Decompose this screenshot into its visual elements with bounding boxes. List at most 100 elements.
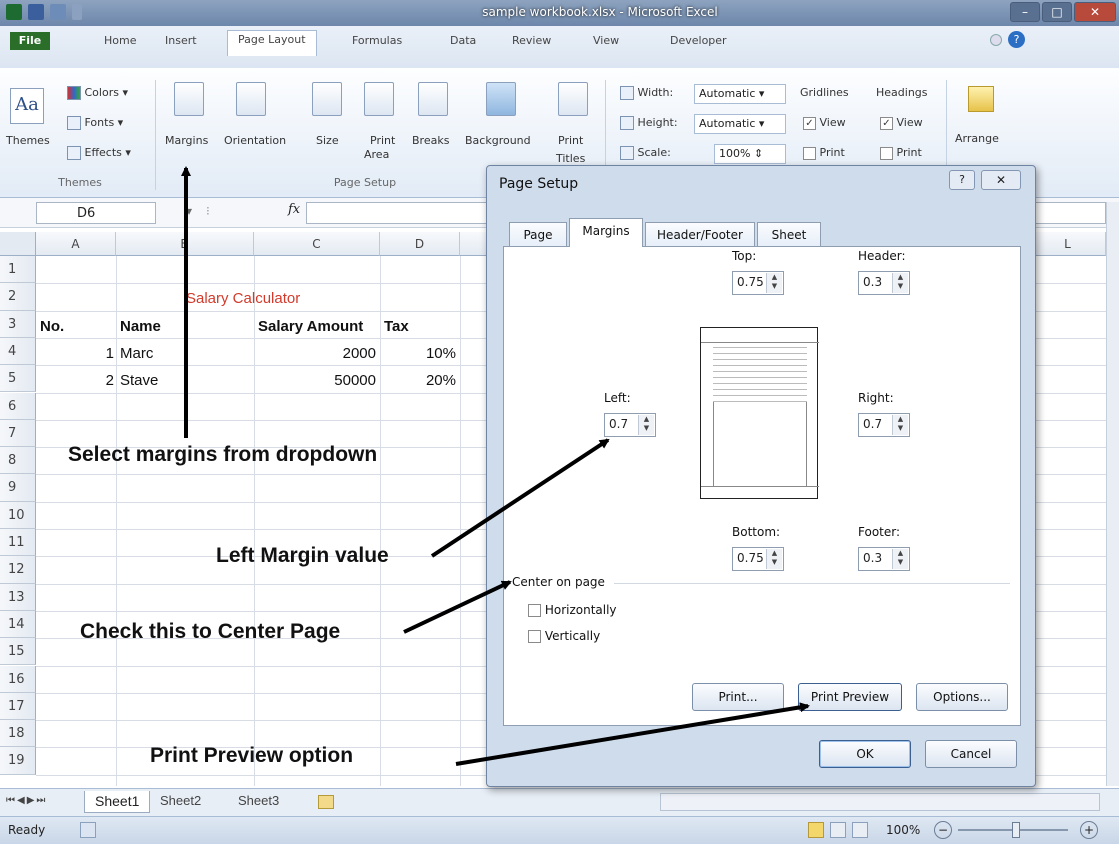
cell-tax[interactable]: 20% (380, 372, 456, 389)
breaks-button[interactable]: Breaks (412, 134, 449, 147)
header-cell-no[interactable]: No. (40, 318, 64, 335)
row-header[interactable]: 2 (0, 283, 36, 311)
sheet-tab-sheet2[interactable]: Sheet2 (160, 793, 201, 808)
spinner-arrows-icon[interactable]: ▲ ▼ (638, 415, 654, 435)
minimize-button[interactable]: – (1010, 2, 1040, 22)
cancel-button[interactable]: Cancel (925, 740, 1017, 768)
background-icon[interactable] (486, 82, 516, 116)
row-header[interactable]: 3 (0, 310, 36, 338)
print-area-label-1[interactable]: Print (370, 134, 395, 147)
spinner-arrows-icon[interactable]: ▲ ▼ (892, 549, 908, 569)
tab-view[interactable]: View (583, 32, 629, 50)
tab-file[interactable]: File (10, 32, 50, 50)
column-header-a[interactable]: A (36, 232, 116, 256)
headings-print[interactable]: Print (880, 146, 922, 160)
tab-formulas[interactable]: Formulas (342, 32, 412, 50)
row-header[interactable]: 1 (0, 256, 36, 284)
background-button[interactable]: Background (465, 134, 531, 147)
ribbon-collapse-icon[interactable] (990, 34, 1002, 46)
row-header[interactable]: 10 (0, 501, 36, 529)
right-margin-spinner[interactable]: 0.7 ▲ ▼ (858, 413, 910, 437)
zoom-slider-thumb[interactable] (1012, 822, 1020, 838)
vertical-scrollbar[interactable] (1106, 202, 1119, 786)
tab-sheet[interactable]: Sheet (757, 222, 821, 247)
print-button[interactable]: Print... (692, 683, 784, 711)
colors-button[interactable]: Colors ▾ (67, 86, 128, 100)
arrange-icon[interactable] (968, 86, 994, 112)
gridlines-print[interactable]: Print (803, 146, 845, 160)
horizontal-scrollbar[interactable] (660, 793, 1100, 811)
themes-button[interactable]: Themes (6, 134, 50, 147)
row-header[interactable]: 6 (0, 392, 36, 420)
dialog-close-icon[interactable]: ✕ (981, 170, 1021, 190)
tab-developer[interactable]: Developer (660, 32, 737, 50)
zoom-out-icon[interactable]: − (934, 821, 952, 839)
row-header[interactable]: 9 (0, 474, 36, 502)
row-header[interactable]: 14 (0, 610, 36, 639)
name-box-dropdown-icon[interactable]: ▾ (186, 204, 192, 218)
row-header[interactable]: 17 (0, 692, 36, 721)
size-button[interactable]: Size (316, 134, 339, 147)
undo-icon[interactable] (50, 4, 66, 20)
sheet-title-cell[interactable]: Salary Calculator (186, 290, 300, 307)
footer-margin-spinner[interactable]: 0.3 ▲ ▼ (858, 547, 910, 571)
normal-view-icon[interactable] (808, 822, 824, 838)
tab-page-layout[interactable]: Page Layout (227, 30, 317, 56)
name-box[interactable]: D6 (36, 202, 156, 224)
cell-tax[interactable]: 10% (380, 345, 456, 362)
row-header[interactable]: 8 (0, 447, 36, 475)
tab-data[interactable]: Data (440, 32, 486, 50)
macro-record-icon[interactable] (80, 822, 96, 838)
maximize-button[interactable]: □ (1042, 2, 1072, 22)
column-header-b[interactable]: B (116, 232, 254, 256)
qat-dropdown-icon[interactable] (72, 4, 82, 20)
options-button[interactable]: Options... (916, 683, 1008, 711)
sheet-tab-sheet1[interactable]: Sheet1 (84, 791, 151, 813)
gridlines-view[interactable]: ✓ View (803, 116, 846, 130)
fx-icon[interactable]: fx (288, 202, 300, 217)
cell-amount[interactable]: 50000 (254, 372, 376, 389)
row-header[interactable]: 11 (0, 529, 36, 557)
scale-spinner[interactable]: 100% ⇕ (714, 144, 786, 164)
row-header[interactable]: 16 (0, 665, 36, 693)
effects-button[interactable]: Effects ▾ (67, 146, 131, 160)
print-area-icon[interactable] (364, 82, 394, 116)
page-layout-view-icon[interactable] (830, 822, 846, 838)
tab-margins[interactable]: Margins (569, 218, 643, 247)
select-all-corner[interactable] (0, 232, 36, 256)
cell-no[interactable]: 2 (36, 372, 114, 389)
save-icon[interactable] (28, 4, 44, 20)
spinner-arrows-icon[interactable]: ▲ ▼ (766, 273, 782, 293)
cell-name[interactable]: Stave (120, 372, 158, 389)
row-header[interactable]: 5 (0, 365, 36, 393)
row-header[interactable]: 7 (0, 419, 36, 448)
tab-review[interactable]: Review (502, 32, 561, 50)
tab-header-footer[interactable]: Header/Footer (645, 222, 755, 247)
row-header[interactable]: 15 (0, 638, 36, 666)
column-header-l[interactable]: L (1030, 232, 1106, 256)
bottom-margin-spinner[interactable]: 0.75 ▲ ▼ (732, 547, 784, 571)
left-margin-spinner[interactable]: 0.7 ▲ ▼ (604, 413, 656, 437)
arrange-button[interactable]: Arrange (955, 132, 999, 145)
print-area-label-2[interactable]: Area (364, 148, 389, 161)
row-header[interactable]: 19 (0, 747, 36, 775)
headings-view[interactable]: ✓ View (880, 116, 923, 130)
cell-no[interactable]: 1 (36, 345, 114, 362)
dialog-help-icon[interactable]: ? (949, 170, 975, 190)
header-cell-name[interactable]: Name (120, 318, 161, 335)
fonts-button[interactable]: Fonts ▾ (67, 116, 123, 130)
tab-page[interactable]: Page (509, 222, 567, 247)
height-dropdown[interactable]: Automatic ▾ (694, 114, 786, 134)
sheet-nav-arrows-icon[interactable]: ⏮◀▶⏭ (6, 795, 47, 806)
cell-amount[interactable]: 2000 (254, 345, 376, 362)
header-cell-salary-amount[interactable]: Salary Amount (258, 318, 363, 335)
column-header-c[interactable]: C (254, 232, 380, 256)
header-cell-tax[interactable]: Tax (384, 318, 409, 335)
horizontally-checkbox[interactable]: Horizontally (528, 603, 617, 617)
row-header[interactable]: 18 (0, 720, 36, 748)
tab-insert[interactable]: Insert (155, 32, 207, 50)
print-preview-button[interactable]: Print Preview (798, 683, 902, 711)
header-margin-spinner[interactable]: 0.3 ▲ ▼ (858, 271, 910, 295)
margins-icon[interactable] (174, 82, 204, 116)
sheet-tab-sheet3[interactable]: Sheet3 (238, 793, 279, 808)
